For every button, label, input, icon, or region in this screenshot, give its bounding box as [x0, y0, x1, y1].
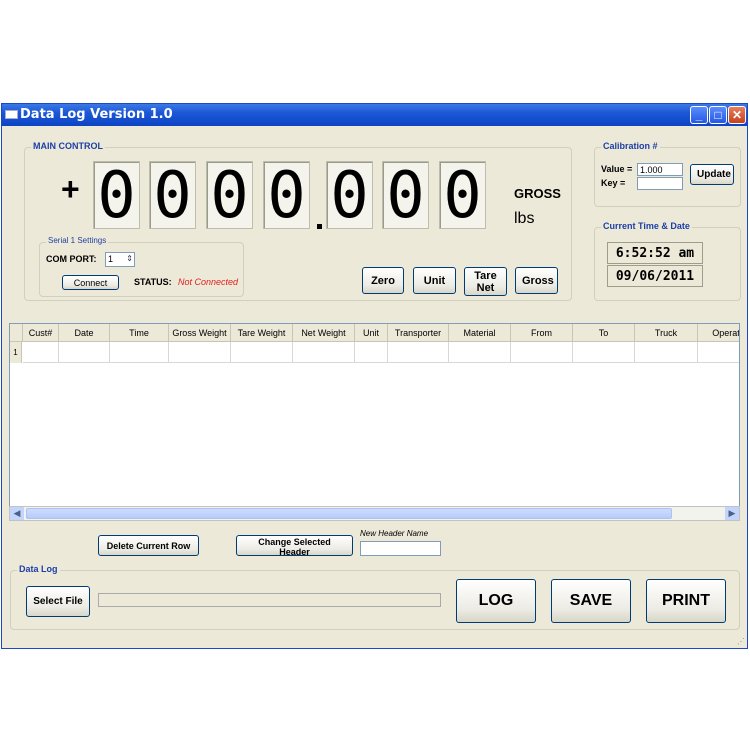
- time-display: 6:52:52 am: [607, 242, 703, 264]
- column-header[interactable]: Material: [449, 324, 511, 342]
- update-button[interactable]: Update: [690, 164, 734, 185]
- digit-5: 0: [326, 161, 373, 230]
- column-header[interactable]: Truck: [635, 324, 698, 342]
- digit-6: 0: [382, 161, 429, 230]
- data-log-title: Data Log: [17, 564, 60, 574]
- digit-4: 0: [263, 161, 310, 230]
- table-cell[interactable]: [355, 342, 388, 363]
- mode-label: GROSS: [514, 186, 561, 201]
- main-control-group: MAIN CONTROL + 0 0 0 0 0 0 0 GROSS lbs Z…: [24, 141, 572, 301]
- calibration-group: Calibration # Value = 1.000 Key = Update: [594, 141, 741, 207]
- value-label: Value =: [601, 164, 633, 174]
- spinner-icon: ⇕: [126, 254, 133, 263]
- calibration-title: Calibration #: [601, 141, 660, 151]
- com-port-spinner[interactable]: 1 ⇕: [105, 252, 135, 267]
- scroll-thumb[interactable]: [26, 508, 672, 519]
- table-cell[interactable]: [635, 342, 698, 363]
- horizontal-scrollbar[interactable]: ◀ ▶: [9, 506, 740, 521]
- column-header[interactable]: Operato: [698, 324, 739, 342]
- grid-header: Cust# Date Time Gross Weight Tare Weight…: [10, 324, 739, 342]
- log-button[interactable]: LOG: [456, 579, 536, 623]
- table-cell[interactable]: [59, 342, 110, 363]
- status-value: Not Connected: [178, 277, 239, 287]
- maximize-icon: □: [714, 108, 722, 122]
- row-index[interactable]: 1: [10, 342, 22, 363]
- digit-7: 0: [439, 161, 486, 230]
- main-control-title: MAIN CONTROL: [31, 141, 105, 151]
- digit-3: 0: [206, 161, 253, 230]
- maximize-button[interactable]: □: [709, 106, 727, 124]
- grid-corner: [10, 324, 23, 342]
- serial-settings-title: Serial 1 Settings: [46, 236, 109, 245]
- data-log-group: Data Log Select File LOG SAVE PRINT: [10, 564, 740, 630]
- column-header[interactable]: Transporter: [388, 324, 449, 342]
- connect-button[interactable]: Connect: [62, 275, 119, 290]
- title-bar[interactable]: Data Log Version 1.0 _ □ ✕: [2, 104, 747, 126]
- table-cell[interactable]: [388, 342, 449, 363]
- key-label: Key =: [601, 178, 626, 188]
- status-label: STATUS:: [134, 277, 172, 287]
- column-header[interactable]: Cust#: [23, 324, 59, 342]
- column-header[interactable]: Date: [59, 324, 110, 342]
- select-file-button[interactable]: Select File: [26, 586, 90, 617]
- save-button[interactable]: SAVE: [551, 579, 631, 623]
- scroll-right-icon[interactable]: ▶: [725, 507, 739, 520]
- table-cell[interactable]: [573, 342, 635, 363]
- close-button[interactable]: ✕: [728, 106, 746, 124]
- scroll-left-icon[interactable]: ◀: [10, 507, 24, 520]
- column-header[interactable]: From: [511, 324, 573, 342]
- zero-button[interactable]: Zero: [362, 267, 404, 294]
- table-cell[interactable]: [293, 342, 355, 363]
- column-header[interactable]: Time: [110, 324, 169, 342]
- table-cell[interactable]: [511, 342, 573, 363]
- column-header[interactable]: Unit: [355, 324, 388, 342]
- unit-button[interactable]: Unit: [413, 267, 456, 294]
- minimize-button[interactable]: _: [690, 106, 708, 124]
- resize-grip-icon[interactable]: ⋰: [737, 637, 745, 646]
- new-header-input[interactable]: [360, 541, 441, 556]
- print-button[interactable]: PRINT: [646, 579, 726, 623]
- column-header[interactable]: Gross Weight: [169, 324, 231, 342]
- sign-indicator: +: [61, 171, 80, 207]
- column-header[interactable]: Net Weight: [293, 324, 355, 342]
- table-cell[interactable]: [231, 342, 293, 363]
- minimize-icon: _: [695, 108, 703, 122]
- app-window: Data Log Version 1.0 _ □ ✕ MAIN CONTROL …: [1, 103, 748, 649]
- calibration-key-input[interactable]: [637, 177, 683, 190]
- file-path-field[interactable]: [98, 593, 441, 607]
- data-grid[interactable]: Cust# Date Time Gross Weight Tare Weight…: [9, 323, 740, 521]
- change-header-button[interactable]: Change Selected Header: [236, 535, 353, 557]
- table-cell[interactable]: [110, 342, 169, 363]
- gross-button[interactable]: Gross: [515, 267, 558, 294]
- close-icon: ✕: [731, 108, 743, 122]
- tare-net-button[interactable]: Tare Net: [464, 267, 507, 296]
- table-cell[interactable]: [23, 342, 59, 363]
- app-icon: [5, 110, 18, 119]
- column-header[interactable]: To: [573, 324, 635, 342]
- new-header-label: New Header Name: [360, 529, 429, 538]
- digit-1: 0: [93, 161, 140, 230]
- date-display: 09/06/2011: [607, 265, 703, 287]
- table-cell[interactable]: [449, 342, 511, 363]
- window-title: Data Log Version 1.0: [20, 107, 173, 122]
- clock-group: Current Time & Date 6:52:52 am 09/06/201…: [594, 221, 741, 301]
- decimal-point: [317, 224, 322, 229]
- com-port-label: COM PORT:: [46, 254, 97, 264]
- calibration-value-input[interactable]: 1.000: [637, 163, 683, 176]
- table-cell[interactable]: [698, 342, 739, 363]
- delete-row-button[interactable]: Delete Current Row: [98, 535, 199, 556]
- column-header[interactable]: Tare Weight: [231, 324, 293, 342]
- digit-2: 0: [149, 161, 196, 230]
- table-cell[interactable]: [169, 342, 231, 363]
- com-port-value: 1: [108, 254, 114, 264]
- clock-title: Current Time & Date: [601, 221, 692, 231]
- unit-label: lbs: [514, 210, 535, 227]
- serial-settings-group: Serial 1 Settings COM PORT: 1 ⇕ Connect …: [39, 236, 244, 297]
